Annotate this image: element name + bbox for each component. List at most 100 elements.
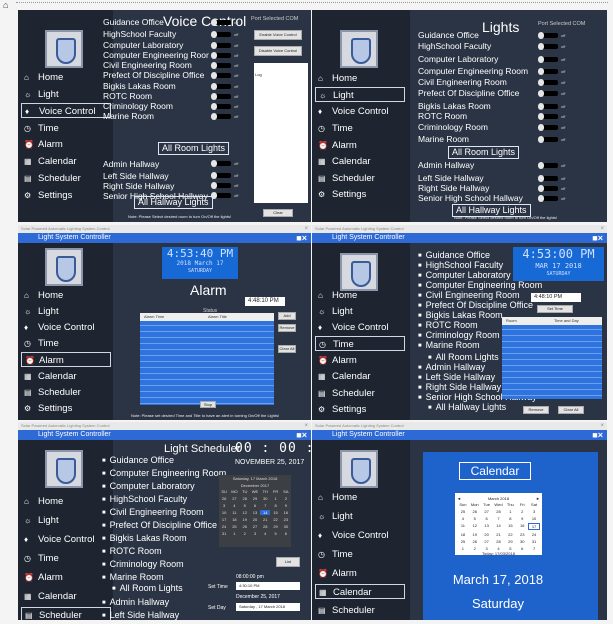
nav-scheduler[interactable]: ▤ Scheduler (24, 171, 114, 186)
light-toggle[interactable] (211, 103, 231, 110)
date-cell[interactable]: 22 (504, 532, 516, 537)
date-cell[interactable]: 3 (219, 503, 229, 508)
date-cell[interactable]: 15 (270, 510, 280, 515)
date-cell[interactable]: 30 (260, 496, 270, 501)
clear-button[interactable]: Clear (263, 209, 293, 217)
date-cell[interactable]: 21 (260, 517, 270, 522)
hallway-toggle[interactable] (211, 172, 231, 179)
date-cell[interactable]: 26 (219, 496, 229, 501)
date-cell[interactable]: 29 (270, 524, 280, 529)
date-cell[interactable]: 11 (457, 523, 469, 530)
light-toggle[interactable] (211, 62, 231, 69)
hallway-toggle[interactable] (538, 195, 558, 202)
room-option[interactable]: Computer Laboratory (102, 481, 195, 492)
date-cell[interactable]: 29 (504, 539, 516, 544)
alarm-table[interactable]: Alarm Time Alarm Title (140, 313, 274, 405)
room-option[interactable]: Computer Engineering Room (102, 468, 227, 479)
date-cell[interactable]: 23 (516, 532, 528, 537)
nav-light[interactable]: ☼ Light (24, 513, 114, 528)
date-cell[interactable]: 28 (260, 524, 270, 529)
light-toggle[interactable] (538, 103, 558, 110)
hallway-toggle[interactable] (538, 162, 558, 169)
window-controls-icon[interactable]: ■× (592, 233, 603, 243)
nav-time[interactable]: ◷ Time (24, 121, 114, 136)
nav-settings[interactable]: ⚙ Settings (24, 188, 114, 203)
light-toggle[interactable] (538, 68, 558, 75)
light-toggle[interactable] (211, 31, 231, 38)
date-cell[interactable]: 27 (481, 539, 493, 544)
date-cell[interactable]: 31 (219, 531, 229, 536)
nav-light[interactable]: ☼ Light (24, 87, 114, 102)
nav-time[interactable]: ◷ Time (318, 547, 408, 562)
light-toggle[interactable] (538, 90, 558, 97)
cal-grid[interactable]: SU MO TU WE TH FR SA 26 27 28 29 30 1 2 3 4 5 6 7 8 9 10 11 12 1… (219, 489, 291, 536)
date-cell[interactable]: 15 (504, 523, 516, 530)
all-hallway-lights-option[interactable]: All Hallway Lights (428, 402, 507, 413)
nav-light[interactable]: ☼ Light (24, 304, 114, 319)
date-cell[interactable]: 13 (481, 523, 493, 530)
date-cell[interactable]: 8 (270, 503, 280, 508)
date-cell[interactable]: 2 (281, 496, 291, 501)
date-cell[interactable]: 28 (240, 496, 250, 501)
nav-calendar[interactable]: ▦ Calendar (24, 369, 114, 384)
date-cell[interactable]: 12 (469, 523, 481, 530)
date-cell[interactable]: 7 (260, 503, 270, 508)
date-cell[interactable]: 17 (219, 517, 229, 522)
enable-voice-button[interactable]: Enable Voice Control (254, 30, 302, 40)
date-cell[interactable]: 26 (469, 539, 481, 544)
date-cell[interactable]: 26 (240, 524, 250, 529)
date-cell[interactable]: 31 (528, 539, 540, 544)
light-toggle[interactable] (211, 42, 231, 49)
light-toggle[interactable] (211, 113, 231, 120)
hallway-toggle[interactable] (538, 175, 558, 182)
nav-alarm[interactable]: ⏰ Alarm (318, 566, 408, 581)
all-room-lights-button[interactable]: All Room Lights (448, 146, 520, 159)
nav-alarm[interactable]: ⏰ Alarm (318, 138, 408, 153)
date-cell[interactable]: 5 (240, 503, 250, 508)
light-toggle[interactable] (211, 52, 231, 59)
light-toggle[interactable] (538, 124, 558, 131)
date-cell[interactable]: 18 (457, 532, 469, 537)
nav-calendar[interactable]: ▦ Calendar (24, 589, 114, 604)
home-glyph-icon[interactable]: ⌂ (3, 0, 8, 8)
nav-voice-control[interactable]: ♦ Voice Control (24, 320, 114, 335)
date-cell[interactable]: 21 (493, 532, 505, 537)
nav-light[interactable]: ☼ Light (318, 509, 408, 524)
date-cell[interactable]: 20 (481, 532, 493, 537)
date-cell[interactable]: 1 (504, 509, 516, 514)
nav-settings[interactable]: ⚙ Settings (318, 187, 408, 202)
date-cell[interactable]: 12 (240, 510, 250, 515)
date-cell[interactable]: 2 (240, 531, 250, 536)
close-icon[interactable]: × (600, 422, 604, 430)
set-time-button[interactable]: Set Time (537, 305, 573, 313)
light-toggle[interactable] (211, 72, 231, 79)
date-cell[interactable]: 19 (469, 532, 481, 537)
date-cell[interactable]: 30 (281, 524, 291, 529)
nav-voice-control[interactable]: ♦ Voice Control (318, 320, 408, 335)
disable-voice-button[interactable]: Disable Voice Control (254, 46, 302, 56)
nav-home[interactable]: ⌂ Home (318, 490, 408, 505)
nav-calendar[interactable]: ▦ Calendar (315, 584, 405, 599)
date-cell[interactable]: 1 (270, 496, 280, 501)
room-option[interactable]: HighSchool Faculty (102, 494, 188, 505)
light-toggle[interactable] (211, 83, 231, 90)
date-cell[interactable]: 28 (493, 539, 505, 544)
light-toggle[interactable] (211, 93, 231, 100)
date-cell[interactable]: 1 (457, 546, 469, 551)
hallway-option[interactable]: Left Side Hallway (102, 610, 180, 620)
date-cell[interactable]: 19 (240, 517, 250, 522)
remove-button[interactable]: Remove (523, 406, 549, 414)
date-cell[interactable]: 2 (516, 509, 528, 514)
light-toggle[interactable] (538, 32, 558, 39)
nav-home[interactable]: ⌂ Home (24, 288, 114, 303)
date-cell[interactable]: 4 (457, 516, 469, 521)
nav-light[interactable]: ☼ Light (318, 304, 408, 319)
date-cell[interactable]: 9 (281, 503, 291, 508)
nav-scheduler[interactable]: ▤ Scheduler (318, 171, 408, 186)
nav-voice-control[interactable]: ♦ Voice Control (21, 103, 111, 118)
list-button[interactable]: List (276, 557, 300, 567)
date-cell[interactable]: 4 (229, 503, 239, 508)
room-option[interactable]: Prefect Of Discipline Office (102, 520, 217, 531)
room-option[interactable]: Criminology Room (102, 559, 184, 570)
date-cell[interactable]: 25 (229, 524, 239, 529)
